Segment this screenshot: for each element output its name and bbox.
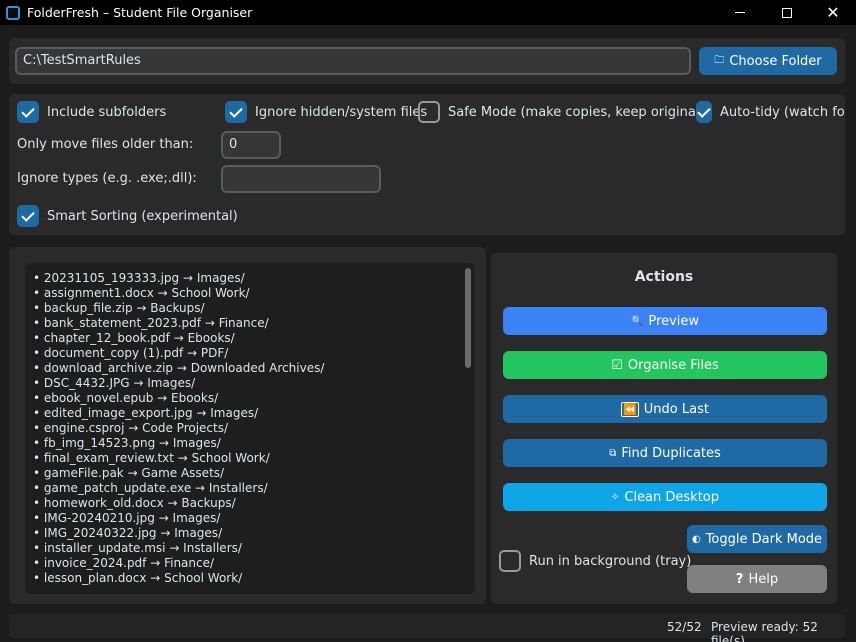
safe-mode-checkbox[interactable]: Safe Mode (make copies, keep originals)	[418, 101, 711, 123]
window-title: FolderFresh – Student File Organiser	[27, 5, 253, 20]
list-item: • 20231105_193333.jpg → Images/	[33, 271, 245, 285]
list-item: • homework_old.docx → Backups/	[33, 496, 236, 510]
choose-folder-label: Choose Folder	[729, 53, 822, 69]
list-item: • IMG-20240210.jpg → Images/	[33, 511, 221, 525]
toggle-dark-mode-button[interactable]: ◐ Toggle Dark Mode	[687, 525, 827, 553]
undo-last-button[interactable]: ⏪ Undo Last	[503, 395, 827, 423]
list-item: • game_patch_update.exe → Installers/	[33, 481, 268, 495]
list-item: • edited_image_export.jpg → Images/	[33, 406, 259, 420]
ignore-hidden-checkbox[interactable]: Ignore hidden/system files	[225, 101, 427, 123]
status-message: Preview ready: 52 file(s).	[711, 620, 818, 642]
organise-files-button[interactable]: ☑ Organise Files	[503, 351, 827, 379]
preview-label: Preview	[648, 313, 700, 329]
preview-scrollbar[interactable]	[465, 268, 471, 368]
list-item: • engine.csproj → Code Projects/	[33, 421, 229, 435]
include-subfolders-label: Include subfolders	[47, 104, 167, 120]
folder-path-input[interactable]: C:\TestSmartRules	[15, 47, 691, 75]
safe-mode-label: Safe Mode (make copies, keep originals)	[448, 104, 712, 120]
check-icon	[21, 207, 35, 222]
check-icon	[229, 103, 243, 118]
clean-desktop-label: Clean Desktop	[624, 489, 720, 505]
close-button[interactable]: ✕	[810, 0, 856, 25]
auto-tidy-box	[696, 101, 712, 123]
list-item: • download_archive.zip → Downloaded Arch…	[33, 361, 325, 375]
preview-list[interactable]: • 20231105_193333.jpg → Images/• assignm…	[25, 263, 475, 594]
safe-mode-box	[418, 101, 440, 123]
ignore-types-label: Ignore types (e.g. .exe;.dll):	[17, 171, 197, 186]
smart-sorting-checkbox[interactable]: Smart Sorting (experimental)	[17, 205, 238, 227]
help-button[interactable]: ? Help	[687, 565, 827, 593]
preview-button[interactable]: 🔍 Preview	[503, 307, 827, 335]
magnifier-icon: 🔍	[630, 315, 644, 327]
list-item: • bank_statement_2023.pdf → Finance/	[33, 316, 269, 330]
run-background-label: Run in background (tray)	[529, 553, 692, 569]
rewind-icon: ⏪	[621, 401, 639, 417]
include-subfolders-box	[17, 101, 39, 123]
ignore-hidden-box	[225, 101, 247, 123]
copy-icon: ⧉	[609, 447, 617, 459]
list-item: • document_copy (1).pdf → PDF/	[33, 346, 229, 360]
smart-sorting-box	[17, 205, 39, 227]
auto-tidy-checkbox[interactable]: Auto-tidy (watch folde	[696, 101, 846, 123]
list-item: • IMG_20240322.jpg → Images/	[33, 526, 223, 540]
ignore-types-input[interactable]	[221, 165, 381, 193]
minimize-icon	[735, 12, 745, 13]
list-item: • chapter_12_book.pdf → Ebooks/	[33, 331, 235, 345]
include-subfolders-checkbox[interactable]: Include subfolders	[17, 101, 166, 123]
list-item: • backup_file.zip → Backups/	[33, 301, 205, 315]
minimize-button[interactable]	[717, 0, 763, 25]
sparkle-icon: ✧	[610, 491, 620, 503]
find-duplicates-button[interactable]: ⧉ Find Duplicates	[503, 439, 827, 467]
clean-desktop-button[interactable]: ✧ Clean Desktop	[503, 483, 827, 511]
list-item: • ebook_novel.epub → Ebooks/	[33, 391, 219, 405]
list-item: • final_exam_review.txt → School Work/	[33, 451, 270, 465]
organise-files-label: Organise Files	[627, 357, 719, 373]
maximize-button[interactable]	[764, 0, 810, 25]
status-count: 52/52	[667, 620, 702, 634]
toggle-dark-mode-label: Toggle Dark Mode	[705, 531, 823, 547]
choose-folder-button[interactable]: 🗀 Choose Folder	[699, 47, 837, 75]
preview-list-content: • 20231105_193333.jpg → Images/• assignm…	[33, 271, 324, 586]
run-background-box	[499, 550, 521, 572]
checkbox-icon: ☑	[611, 357, 623, 373]
list-item: • lesson_plan.docx → School Work/	[33, 571, 243, 585]
auto-tidy-label: Auto-tidy (watch folde	[720, 104, 846, 120]
list-item: • gameFile.pak → Game Assets/	[33, 466, 225, 480]
list-item: • assignment1.docx → School Work/	[33, 286, 250, 300]
ignore-hidden-label: Ignore hidden/system files	[255, 104, 428, 120]
check-icon	[21, 103, 35, 118]
older-than-input[interactable]: 0	[221, 131, 281, 159]
globe-icon: ◐	[691, 533, 701, 545]
title-bar: FolderFresh – Student File Organiser ✕	[0, 0, 856, 25]
older-than-label: Only move files older than:	[17, 137, 194, 152]
list-item: • invoice_2024.pdf → Finance/	[33, 556, 215, 570]
check-icon	[697, 103, 711, 118]
find-duplicates-label: Find Duplicates	[621, 445, 721, 461]
smart-sorting-label: Smart Sorting (experimental)	[47, 208, 238, 224]
maximize-icon	[782, 7, 792, 18]
question-icon: ?	[735, 571, 744, 587]
list-item: • DSC_4432.JPG → Images/	[33, 376, 196, 390]
app-icon	[6, 5, 20, 20]
list-item: • installer_update.msi → Installers/	[33, 541, 242, 555]
close-icon: ✕	[826, 3, 840, 22]
actions-title: Actions	[634, 269, 694, 285]
help-label: Help	[748, 571, 779, 587]
run-background-checkbox[interactable]: Run in background (tray)	[499, 550, 691, 572]
list-item: • fb_img_14523.png → Images/	[33, 436, 221, 450]
folder-icon: 🗀	[714, 54, 725, 66]
undo-last-label: Undo Last	[643, 401, 709, 417]
